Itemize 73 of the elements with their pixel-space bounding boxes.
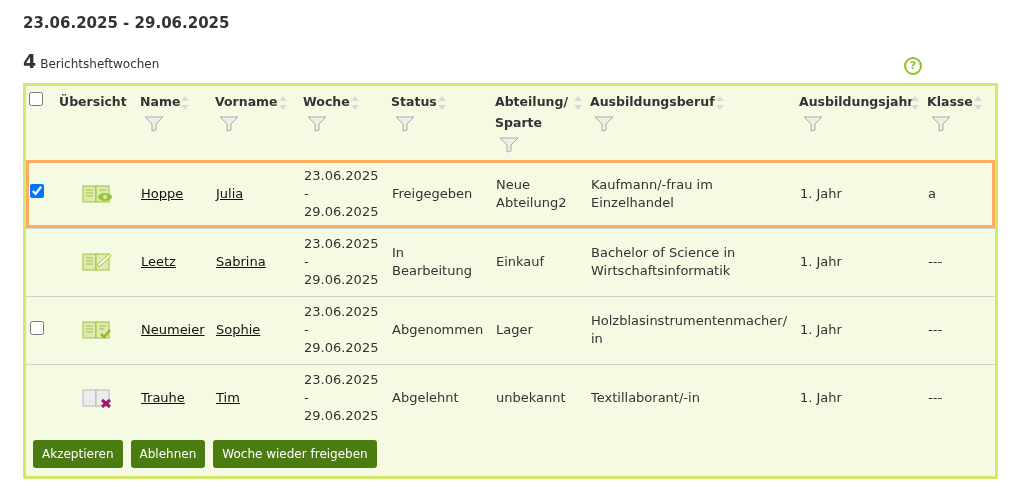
action-button[interactable]: Akzeptieren bbox=[33, 440, 123, 468]
status-text: Freigegeben bbox=[392, 185, 473, 201]
filter-icon[interactable] bbox=[803, 115, 823, 132]
week-text: - bbox=[304, 321, 310, 339]
sort-icon[interactable] bbox=[714, 94, 725, 111]
profession-text: Holzblasinstrumentenmacher/ in bbox=[591, 313, 788, 346]
table-row[interactable]: Trauhe Tim 23.06.2025 - 29.06.2025 Abgelehnt unbekannt Textillaborant/-in 1. Jahr --- bbox=[26, 364, 995, 432]
department-text: unbekannt bbox=[496, 390, 566, 406]
week-text: 29.06.2025 bbox=[304, 202, 380, 221]
column-header[interactable]: Abteilung/ Sparte bbox=[495, 91, 573, 133]
filter-icon[interactable] bbox=[594, 115, 614, 132]
table-row[interactable]: Hoppe Julia 23.06.2025 - 29.06.2025 Freigegeben Neue Abteilung2 Kaufmann/-frau im Einzelhandel 1. Jahr a bbox=[26, 160, 995, 228]
status-text: Abgenommen bbox=[392, 322, 484, 337]
date-range-title: 23.06.2025 - 29.06.2025 bbox=[23, 13, 231, 34]
row-checkbox[interactable] bbox=[30, 184, 44, 199]
name-link[interactable]: Trauhe bbox=[141, 390, 185, 406]
column-header[interactable]: Klasse bbox=[927, 91, 973, 112]
column-header[interactable]: Name bbox=[140, 91, 181, 112]
week-text: 23.06.2025 bbox=[304, 371, 380, 390]
first-name-link[interactable]: Tim bbox=[216, 390, 240, 406]
class-text: --- bbox=[928, 322, 943, 337]
filter-icon[interactable] bbox=[499, 136, 519, 153]
week-text: - bbox=[304, 253, 310, 271]
first-name-link[interactable]: Sabrina bbox=[216, 254, 266, 269]
class-text: a bbox=[928, 185, 936, 201]
training-year-text: 1. Jahr bbox=[800, 322, 842, 337]
profession-text: Textillaborant/-in bbox=[591, 390, 700, 406]
profession-text: Kaufmann/-frau im Einzelhandel bbox=[591, 176, 713, 210]
count-label: Berichtsheftwochen bbox=[40, 55, 160, 73]
table-row[interactable]: Neumeier Sophie 23.06.2025 - 29.06.2025 Abgenommen Lager Holzblasinstrumentenmacher/ in 1. Jahr --- bbox=[26, 296, 995, 364]
department-text: Lager bbox=[496, 322, 533, 337]
name-link[interactable]: Leetz bbox=[141, 254, 176, 269]
week-text: - bbox=[304, 389, 310, 408]
week-text: 29.06.2025 bbox=[304, 407, 380, 426]
week-text: 29.06.2025 bbox=[304, 339, 380, 357]
name-link[interactable]: Neumeier bbox=[141, 322, 205, 337]
status-text: Abgelehnt bbox=[392, 390, 459, 406]
book-eye-icon[interactable] bbox=[81, 183, 112, 204]
week-text: 23.06.2025 bbox=[304, 303, 380, 321]
filter-icon[interactable] bbox=[144, 115, 164, 132]
filter-icon[interactable] bbox=[219, 115, 239, 132]
action-button[interactable]: Ablehnen bbox=[130, 440, 206, 468]
name-link[interactable]: Hoppe bbox=[141, 185, 184, 201]
training-year-text: 1. Jahr bbox=[800, 185, 842, 201]
table-row[interactable]: Leetz Sabrina 23.06.2025 - 29.06.2025 In Bearbeitung Einkauf Bachelor of Science in Wirtschaftsinformatik 1. Jahr --- bbox=[26, 228, 995, 296]
filter-icon[interactable] bbox=[931, 115, 951, 132]
department-text: Neue Abteilung2 bbox=[496, 176, 567, 210]
first-name-link[interactable]: Sophie bbox=[216, 322, 261, 337]
training-year-text: 1. Jahr bbox=[800, 390, 842, 406]
training-year-text: 1. Jahr bbox=[800, 254, 842, 269]
class-text: --- bbox=[928, 390, 943, 406]
first-name-link[interactable]: Julia bbox=[216, 185, 244, 201]
department-text: Einkauf bbox=[496, 254, 545, 269]
book-check-icon[interactable] bbox=[81, 320, 112, 340]
filter-icon[interactable] bbox=[395, 115, 415, 132]
column-header[interactable]: Status bbox=[391, 91, 437, 112]
week-text: - bbox=[304, 184, 310, 203]
row-checkbox[interactable] bbox=[30, 320, 44, 335]
class-text: --- bbox=[928, 254, 943, 269]
week-text: 23.06.2025 bbox=[304, 166, 380, 185]
week-text: 29.06.2025 bbox=[304, 271, 380, 289]
book-cross-icon[interactable] bbox=[81, 388, 112, 409]
column-header[interactable]: Woche bbox=[303, 91, 350, 112]
book-pencil-icon[interactable] bbox=[81, 252, 112, 272]
action-button[interactable]: Woche wieder freigeben bbox=[213, 440, 377, 468]
profession-text: Bachelor of Science in Wirtschaftsinformatik bbox=[591, 245, 736, 278]
week-text: 23.06.2025 bbox=[304, 235, 380, 253]
week-count: 4 bbox=[23, 48, 37, 74]
column-header[interactable]: Ausbildungsberuf bbox=[590, 91, 715, 112]
status-text: In Bearbeitung bbox=[392, 245, 472, 278]
column-header[interactable]: Vorname bbox=[215, 91, 278, 112]
select-all-checkbox[interactable] bbox=[29, 92, 43, 106]
filter-icon[interactable] bbox=[307, 115, 327, 132]
